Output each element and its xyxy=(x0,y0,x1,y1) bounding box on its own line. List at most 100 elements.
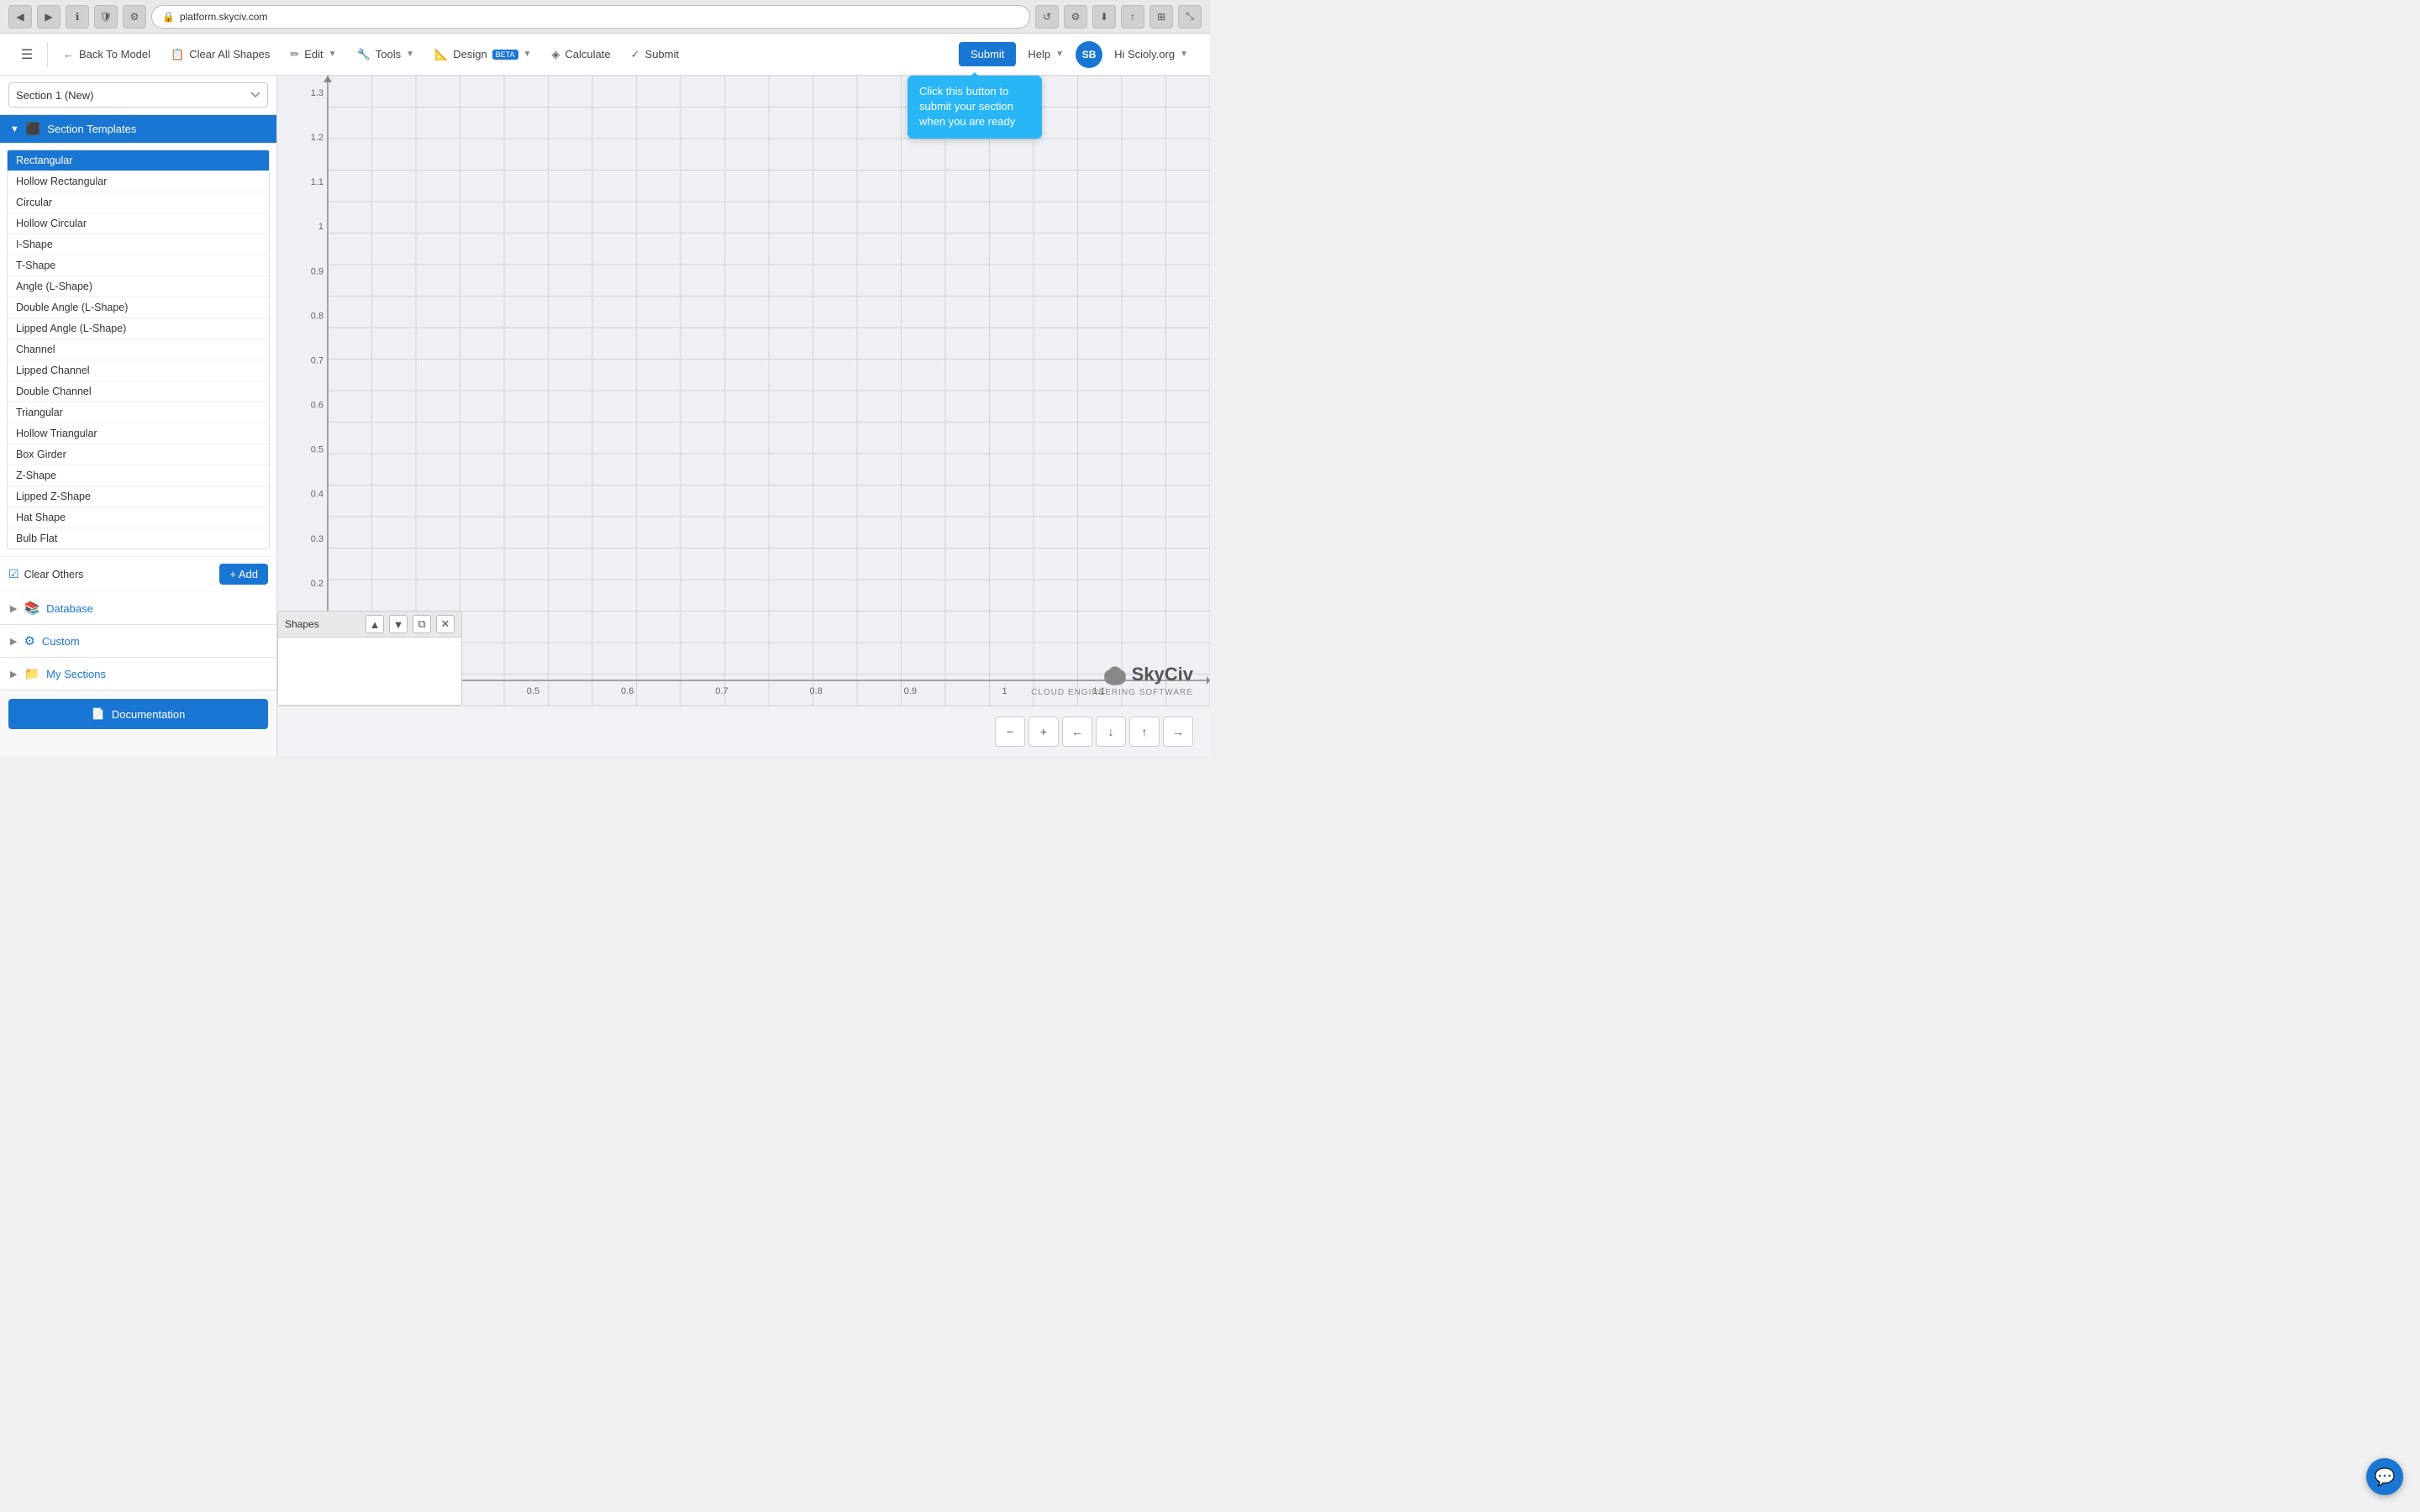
back-to-model-label: Back To Model xyxy=(79,48,150,60)
my-sections-icon: 📁 xyxy=(24,666,39,681)
template-item[interactable]: Lipped Angle (L-Shape) xyxy=(8,318,269,339)
help-btn[interactable]: Help ▼ xyxy=(1019,43,1072,66)
custom-header[interactable]: ▶ ⚙ Custom xyxy=(0,625,276,657)
svg-text:0.7: 0.7 xyxy=(715,686,728,696)
browser-info-btn[interactable]: ℹ xyxy=(66,5,89,29)
submit-tooltip: Click this button to submit your section… xyxy=(908,76,1042,139)
clear-others-checkbox[interactable]: ☑ Clear Others xyxy=(8,567,83,581)
back-arrow-icon: ← xyxy=(63,48,74,60)
tools-btn[interactable]: 🔧 Tools ▼ xyxy=(349,43,423,66)
template-item[interactable]: Lipped Z-Shape xyxy=(8,486,269,507)
user-menu-btn[interactable]: Hi Scioly.org ▼ xyxy=(1106,43,1197,66)
custom-arrow-icon: ▶ xyxy=(10,636,17,647)
copy-icon: ⧉ xyxy=(418,617,425,631)
template-item[interactable]: Lipped Channel xyxy=(8,360,269,381)
browser-expand-btn[interactable]: ⤡ xyxy=(1178,5,1202,29)
menu-icon-btn[interactable]: ☰ xyxy=(13,41,40,68)
clear-all-shapes-label: Clear All Shapes xyxy=(189,48,270,60)
my-sections-header[interactable]: ▶ 📁 My Sections xyxy=(0,658,276,690)
chat-icon: 💬 xyxy=(2375,1467,2396,1488)
svg-text:0.5: 0.5 xyxy=(527,686,539,696)
template-item[interactable]: Hollow Rectangular xyxy=(8,171,269,192)
back-to-model-btn[interactable]: ← Back To Model xyxy=(55,43,159,66)
browser-back-btn[interactable]: ◀ xyxy=(8,5,32,29)
database-section: ▶ 📚 Database xyxy=(0,592,276,625)
template-item[interactable]: Hollow Circular xyxy=(8,213,269,234)
template-item[interactable]: T-Shape xyxy=(8,255,269,276)
section-templates-header[interactable]: ▼ ⬛ Section Templates xyxy=(0,115,276,143)
submit-check-btn[interactable]: ✓ Submit xyxy=(623,43,687,66)
submit-btn[interactable]: Submit xyxy=(959,42,1016,66)
shapes-down-btn[interactable]: ▼ xyxy=(389,615,408,633)
up-icon: ▲ xyxy=(370,618,381,631)
add-btn[interactable]: + Add xyxy=(219,564,268,585)
calculate-btn[interactable]: ◈ Calculate xyxy=(543,43,618,66)
pan-down-btn[interactable]: ↓ xyxy=(1096,717,1126,747)
browser-ext-btn[interactable]: ⚙ xyxy=(123,5,146,29)
template-item[interactable]: I-Shape xyxy=(8,234,269,255)
template-item[interactable]: Angle (L-Shape) xyxy=(8,276,269,297)
svg-text:0.7: 0.7 xyxy=(311,355,324,365)
design-label: Design xyxy=(453,48,487,60)
lock-icon: 🔒 xyxy=(162,11,175,23)
pan-left-btn[interactable]: ← xyxy=(1062,717,1092,747)
checkbox-icon: ☑ xyxy=(8,567,19,581)
clear-all-shapes-btn[interactable]: 📋 Clear All Shapes xyxy=(162,43,278,66)
plus-icon: + xyxy=(1040,725,1047,738)
browser-download-btn[interactable]: ⬇ xyxy=(1092,5,1116,29)
calculate-label: Calculate xyxy=(565,48,610,60)
down-icon: ▼ xyxy=(393,618,404,631)
svg-text:0.8: 0.8 xyxy=(311,311,324,321)
browser-share-btn[interactable]: ↑ xyxy=(1121,5,1144,29)
zoom-plus-btn[interactable]: + xyxy=(1028,717,1059,747)
custom-icon: ⚙ xyxy=(24,633,34,648)
custom-label: Custom xyxy=(42,635,80,648)
edit-btn[interactable]: ✏ Edit ▼ xyxy=(281,43,345,66)
svg-text:0.5: 0.5 xyxy=(311,445,324,455)
section-select[interactable]: Section 1 (New) xyxy=(8,82,268,108)
template-item[interactable]: Circular xyxy=(8,192,269,213)
template-item[interactable]: Double Channel xyxy=(8,381,269,402)
browser-settings-btn[interactable]: ⚙ xyxy=(1064,5,1087,29)
pan-right-btn[interactable]: → xyxy=(1163,717,1193,747)
calculate-icon: ◈ xyxy=(551,48,560,61)
template-item[interactable]: Box Girder xyxy=(8,444,269,465)
shapes-up-btn[interactable]: ▲ xyxy=(366,615,384,633)
template-item[interactable]: Rectangular xyxy=(8,150,269,171)
arrow-left-icon: ← xyxy=(1071,725,1083,738)
design-btn[interactable]: 📐 Design BETA ▼ xyxy=(426,43,539,66)
template-item[interactable]: Channel xyxy=(8,339,269,360)
template-item[interactable]: Z-Shape xyxy=(8,465,269,486)
svg-text:0.3: 0.3 xyxy=(311,534,324,544)
my-sections-label: My Sections xyxy=(46,668,106,680)
submit-btn-label: Submit xyxy=(971,48,1004,60)
database-header[interactable]: ▶ 📚 Database xyxy=(0,592,276,624)
template-item[interactable]: Hat Shape xyxy=(8,507,269,528)
left-panel: Section 1 (New) ▼ ⬛ Section Templates Re… xyxy=(0,76,277,756)
documentation-btn[interactable]: 📄 Documentation xyxy=(8,699,268,729)
doc-icon: 📄 xyxy=(92,707,105,721)
template-item[interactable]: Hollow Triangular xyxy=(8,423,269,444)
template-item[interactable]: Double Angle (L-Shape) xyxy=(8,297,269,318)
database-label: Database xyxy=(46,602,93,615)
user-avatar[interactable]: SB xyxy=(1076,41,1102,68)
template-item[interactable]: Bulb Flat xyxy=(8,528,269,549)
browser-forward-btn[interactable]: ▶ xyxy=(37,5,60,29)
shapes-delete-btn[interactable]: ✕ xyxy=(436,615,455,633)
add-label: + Add xyxy=(229,568,258,580)
browser-shield-btn[interactable]: 🛡 xyxy=(94,5,118,29)
minus-icon: − xyxy=(1007,725,1013,738)
pan-up-btn[interactable]: ↑ xyxy=(1129,717,1160,747)
browser-grid-btn[interactable]: ⊞ xyxy=(1150,5,1173,29)
browser-reload-btn[interactable]: ↺ xyxy=(1035,5,1059,29)
shapes-copy-btn[interactable]: ⧉ xyxy=(413,615,431,633)
shapes-panel: Shapes ▲ ▼ ⧉ ✕ xyxy=(277,611,462,706)
browser-address-bar[interactable]: 🔒 platform.skyciv.com xyxy=(151,5,1030,29)
shapes-header: Shapes ▲ ▼ ⧉ ✕ xyxy=(278,612,461,638)
zoom-minus-btn[interactable]: − xyxy=(995,717,1025,747)
shapes-content xyxy=(278,638,461,705)
chat-btn[interactable]: 💬 xyxy=(2366,1458,2403,1495)
main-layout: Section 1 (New) ▼ ⬛ Section Templates Re… xyxy=(0,76,1210,756)
edit-icon: ✏ xyxy=(290,48,299,61)
template-item[interactable]: Triangular xyxy=(8,402,269,423)
